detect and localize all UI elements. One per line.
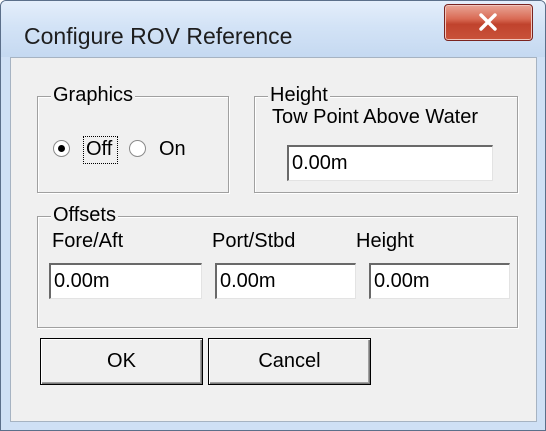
fore-aft-input[interactable] [49, 263, 202, 299]
offset-height-input[interactable] [369, 263, 510, 299]
dialog-window: Configure ROV Reference Graphics Off On … [0, 0, 546, 431]
fore-aft-label: Fore/Aft [52, 230, 124, 252]
ok-button[interactable]: OK [40, 338, 203, 385]
title-bar[interactable]: Configure ROV Reference [1, 1, 545, 57]
radio-selected-dot [58, 145, 65, 152]
offsets-legend: Offsets [51, 204, 118, 226]
close-button[interactable] [444, 4, 533, 41]
graphics-legend: Graphics [51, 84, 136, 106]
port-stbd-label: Port/Stbd [212, 230, 296, 252]
height-legend: Height [268, 84, 330, 106]
graphics-on-label[interactable]: On [159, 138, 186, 160]
dialog-body: Graphics Off On Height Tow Point Above W… [10, 57, 537, 422]
window-title: Configure ROV Reference [24, 23, 293, 49]
focus-indicator [83, 136, 118, 164]
tow-point-height-input[interactable] [287, 145, 493, 181]
graphics-off-radio[interactable] [53, 140, 70, 157]
tow-point-label: Tow Point Above Water [272, 106, 479, 128]
offset-height-label: Height [356, 230, 414, 252]
graphics-on-radio[interactable] [129, 140, 146, 157]
port-stbd-input[interactable] [215, 263, 356, 299]
cancel-button[interactable]: Cancel [208, 338, 371, 385]
close-icon [479, 13, 497, 31]
